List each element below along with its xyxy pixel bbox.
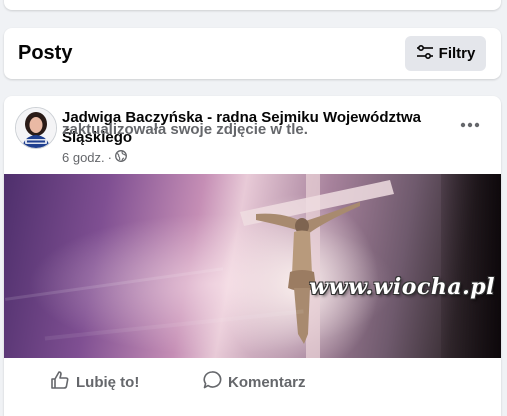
cover-photo[interactable] [4,174,501,358]
posts-header: Posty Filtry [4,28,501,79]
post-author-line: Jadwiga Baczyńska - radna Sejmiku Wojewó… [62,108,442,148]
comment-label: Komentarz [228,373,306,391]
post-actions-bar: Lubię to! Komentarz [4,358,501,403]
filter-label: Filtry [438,45,476,62]
cover-shadow [441,174,501,358]
site-watermark: www.wiocha.pl [309,274,495,300]
meta-separator: · [107,150,112,165]
thumbs-up-icon [50,370,70,394]
post-action-text: zaktualizowała swoje zdjęcie w tle. [62,121,308,138]
comment-button[interactable]: Komentarz [202,370,306,394]
post-card: Jadwiga Baczyńska - radna Sejmiku Wojewó… [4,96,501,416]
author-avatar[interactable] [15,107,57,149]
globe-icon [115,150,127,165]
filter-button[interactable]: Filtry [405,36,486,71]
post-meta: 6 godz. · [62,150,127,165]
post-timestamp[interactable]: 6 godz. [62,150,105,165]
like-button[interactable]: Lubię to! [50,370,139,394]
crucifix-image [4,174,394,358]
previous-card [4,0,501,10]
filter-sliders-icon [416,44,434,64]
like-label: Lubię to! [76,373,140,391]
post-more-button[interactable] [453,110,487,138]
more-dots-icon [460,115,480,133]
posts-title: Posty [18,42,73,64]
comment-bubble-icon [202,370,222,394]
